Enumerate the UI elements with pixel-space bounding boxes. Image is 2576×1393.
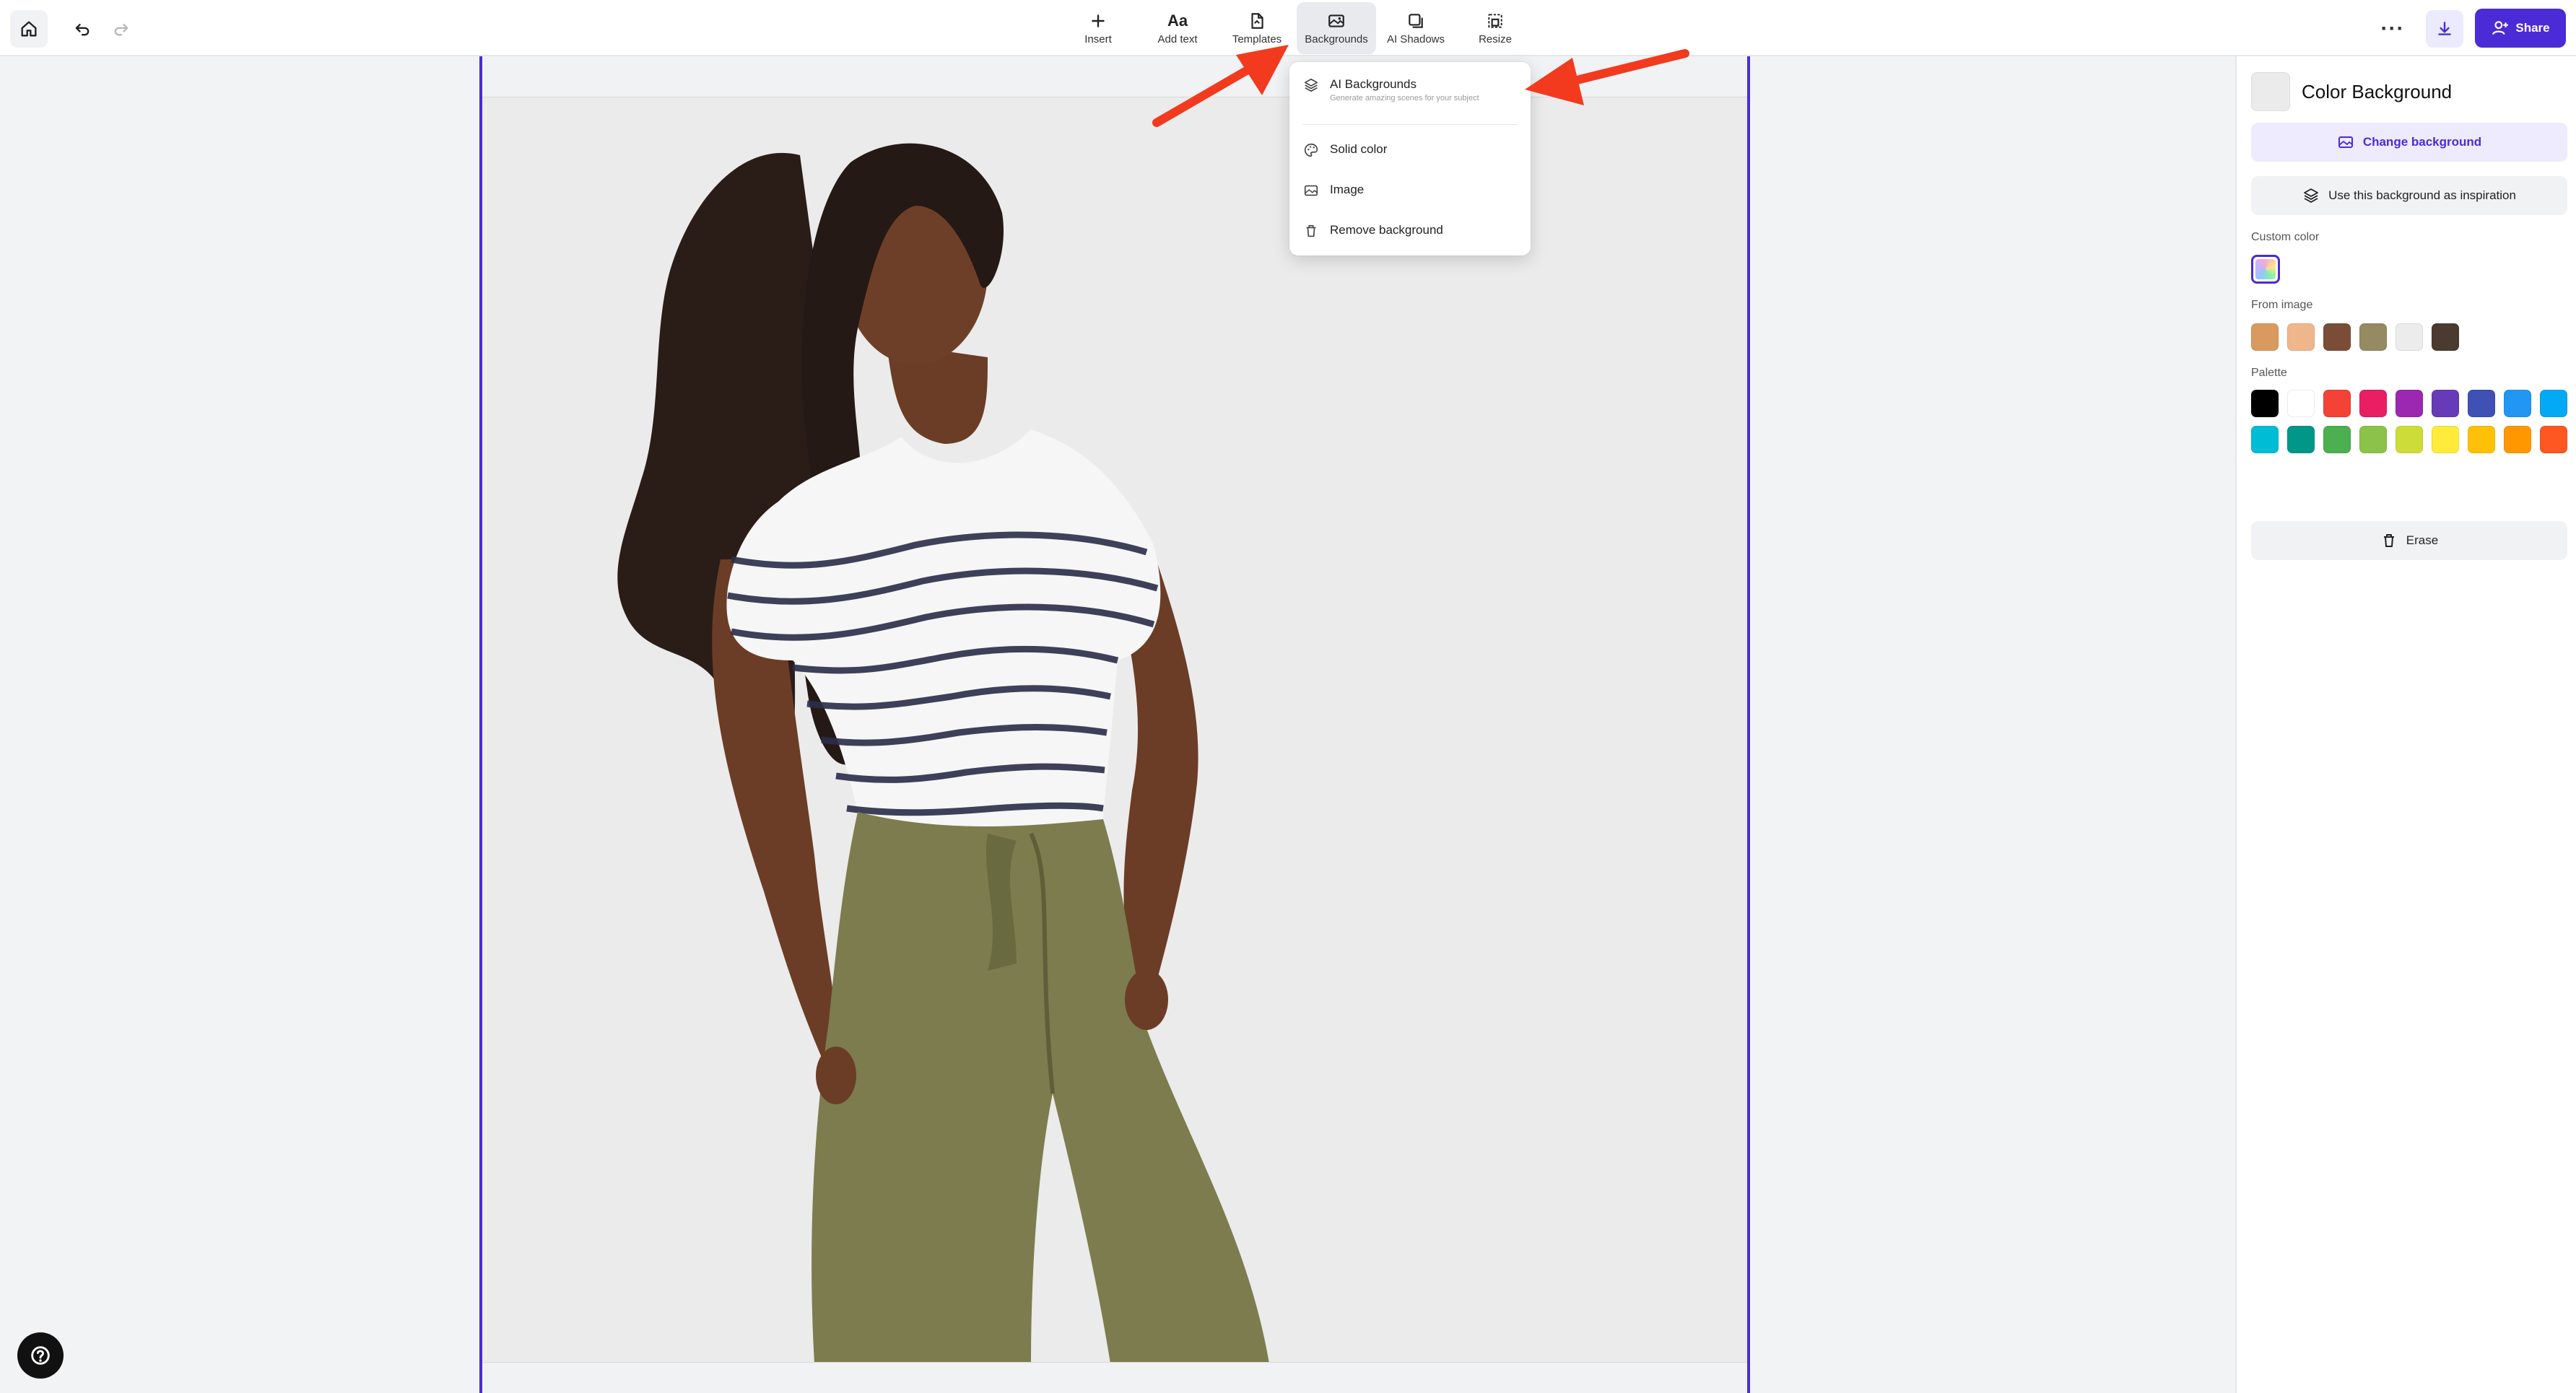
redo-icon <box>114 24 129 36</box>
palette-color-swatch[interactable] <box>2432 390 2459 417</box>
ai-shadows-tool[interactable]: AI Shadows <box>1376 2 1455 54</box>
more-options-button[interactable]: ··· <box>2374 10 2411 48</box>
palette-color-swatch[interactable] <box>2287 426 2315 453</box>
erase-button[interactable]: Erase <box>2251 521 2567 560</box>
palette-color-swatch[interactable] <box>2540 426 2567 453</box>
shadows-icon <box>1406 12 1425 30</box>
from-image-color-swatch[interactable] <box>2287 323 2315 351</box>
undo-icon <box>75 24 90 36</box>
insert-tool[interactable]: Insert <box>1058 2 1138 54</box>
current-color-swatch[interactable] <box>2251 72 2290 111</box>
palette-color-swatch[interactable] <box>2432 426 2459 453</box>
home-icon <box>21 21 37 37</box>
custom-color-picker[interactable] <box>2251 255 2280 284</box>
layers-icon <box>2304 188 2318 203</box>
erase-label: Erase <box>2406 533 2439 547</box>
properties-panel: Color Background Change background Use t… <box>2235 56 2576 1393</box>
resize-tool-label: Resize <box>1479 32 1512 45</box>
ai-backgrounds-option[interactable]: AI Backgrounds Generate amazing scenes f… <box>1302 77 1479 102</box>
custom-color-label: Custom color <box>2251 231 2320 243</box>
artboard[interactable] <box>479 56 1750 1393</box>
panel-title: Color Background <box>2302 80 2453 102</box>
add-text-tool[interactable]: Aa Add text <box>1138 2 1217 54</box>
remove-background-label: Remove background <box>1330 223 1443 237</box>
top-toolbar: Insert Aa Add text Templates Backgrounds… <box>0 0 2576 56</box>
plus-icon <box>1089 12 1108 30</box>
palette-color-swatch[interactable] <box>2468 426 2495 453</box>
palette-color-swatch[interactable] <box>2251 390 2279 417</box>
share-label: Share <box>2515 21 2550 35</box>
backgrounds-tool[interactable]: Backgrounds <box>1297 2 1376 54</box>
backgrounds-dropdown: AI Backgrounds Generate amazing scenes f… <box>1289 62 1531 256</box>
trash-icon <box>2383 534 2394 547</box>
resize-icon <box>1486 12 1505 30</box>
solid-color-option[interactable]: Solid color <box>1302 141 1387 159</box>
help-icon <box>31 1346 50 1365</box>
from-image-swatches <box>2251 323 2569 351</box>
palette-color-swatch[interactable] <box>2323 426 2351 453</box>
ai-backgrounds-label: AI Backgrounds <box>1330 77 1417 91</box>
palette-color-swatch[interactable] <box>2468 390 2495 417</box>
from-image-color-swatch[interactable] <box>2396 323 2423 351</box>
palette-color-swatch[interactable] <box>2359 390 2387 417</box>
layers-icon <box>1302 77 1320 94</box>
download-button[interactable] <box>2426 10 2463 48</box>
templates-tool-label: Templates <box>1232 32 1282 45</box>
add-user-icon <box>2492 21 2509 35</box>
tool-group: Insert Aa Add text Templates Backgrounds… <box>1058 0 1535 56</box>
templates-icon <box>1248 12 1266 30</box>
add-text-tool-label: Add text <box>1157 32 1198 45</box>
ai-backgrounds-sublabel: Generate amazing scenes for your subject <box>1330 94 1479 102</box>
palette-color-swatch[interactable] <box>2396 390 2423 417</box>
undo-button[interactable] <box>64 10 101 48</box>
subject-person-image[interactable] <box>482 97 1747 1363</box>
text-icon: Aa <box>1167 11 1188 30</box>
dropdown-divider <box>1302 124 1518 125</box>
home-button[interactable] <box>10 10 48 48</box>
palette-color-swatch[interactable] <box>2359 426 2387 453</box>
change-background-label: Change background <box>2362 135 2482 149</box>
palette-swatches <box>2251 390 2569 453</box>
from-image-color-swatch[interactable] <box>2251 323 2279 351</box>
share-button[interactable]: Share <box>2475 9 2566 48</box>
backgrounds-icon <box>1327 12 1346 30</box>
from-image-label: From image <box>2251 299 2313 311</box>
image-icon <box>1302 182 1320 199</box>
backgrounds-tool-label: Backgrounds <box>1305 32 1368 45</box>
change-background-button[interactable]: Change background <box>2251 123 2567 162</box>
photo-canvas[interactable] <box>482 97 1747 1363</box>
palette-color-swatch[interactable] <box>2287 390 2315 417</box>
resize-tool[interactable]: Resize <box>1455 2 1535 54</box>
ai-shadows-tool-label: AI Shadows <box>1386 32 1445 45</box>
from-image-color-swatch[interactable] <box>2432 323 2459 351</box>
insert-tool-label: Insert <box>1084 32 1112 45</box>
backgrounds-icon <box>2338 136 2353 148</box>
help-button[interactable] <box>17 1332 64 1379</box>
trash-icon <box>1302 222 1320 240</box>
panel-header: Color Background <box>2251 72 2452 111</box>
use-as-inspiration-button[interactable]: Use this background as inspiration <box>2251 176 2567 215</box>
palette-label: Palette <box>2251 367 2287 379</box>
from-image-color-swatch[interactable] <box>2323 323 2351 351</box>
download-icon <box>2438 22 2451 35</box>
color-wheel-icon <box>2255 259 2276 279</box>
image-label: Image <box>1330 183 1365 196</box>
templates-tool[interactable]: Templates <box>1217 2 1297 54</box>
image-option[interactable]: Image <box>1302 182 1364 199</box>
palette-color-swatch[interactable] <box>2396 426 2423 453</box>
palette-color-swatch[interactable] <box>2504 390 2531 417</box>
redo-button[interactable] <box>103 10 140 48</box>
palette-color-swatch[interactable] <box>2323 390 2351 417</box>
solid-color-label: Solid color <box>1330 142 1388 156</box>
palette-color-swatch[interactable] <box>2504 426 2531 453</box>
palette-color-swatch[interactable] <box>2540 390 2567 417</box>
remove-background-option[interactable]: Remove background <box>1302 222 1443 240</box>
palette-color-swatch[interactable] <box>2251 426 2279 453</box>
palette-icon <box>1302 141 1320 159</box>
from-image-color-swatch[interactable] <box>2359 323 2387 351</box>
use-as-inspiration-label: Use this background as inspiration <box>2328 188 2516 202</box>
